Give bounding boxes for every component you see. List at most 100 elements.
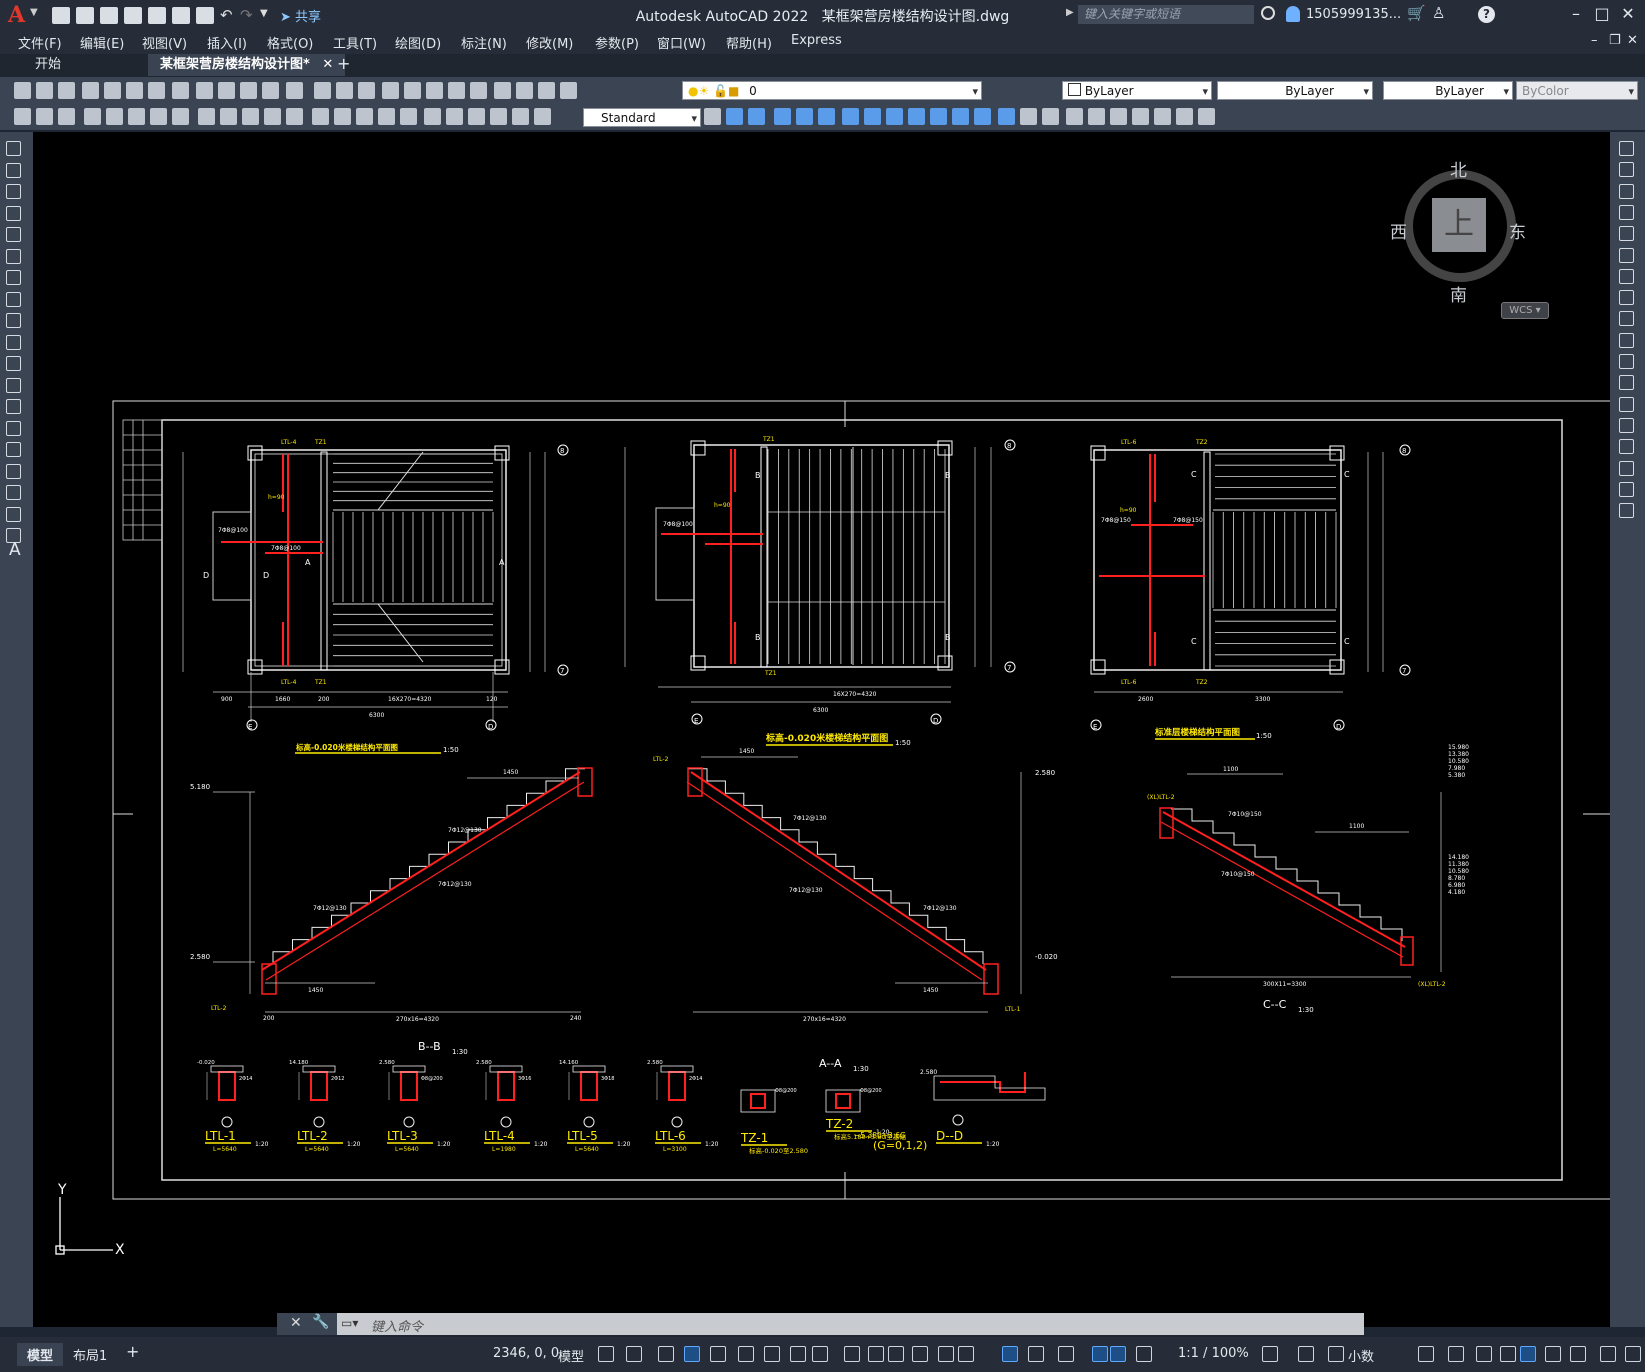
draw-tool-12-icon[interactable] (6, 377, 21, 393)
status-toggle-21-icon[interactable] (1136, 1346, 1152, 1362)
new-tab-icon[interactable]: + (337, 54, 350, 73)
dimension-tool-46-icon[interactable] (1176, 108, 1193, 125)
dimension-tool-26-icon[interactable] (726, 108, 743, 125)
user-icon[interactable] (1286, 6, 1300, 22)
dimension-tool-42-icon[interactable] (1088, 108, 1105, 125)
dimension-tool-11-icon[interactable] (242, 108, 259, 125)
search-arrow-icon[interactable]: ▶ (1066, 7, 1074, 18)
standard-tool-5-icon[interactable] (104, 82, 121, 99)
draw-tool-18-icon[interactable] (6, 506, 21, 522)
dimension-tool-38-icon[interactable] (998, 108, 1015, 125)
dimension-tool-36-icon[interactable] (952, 108, 969, 125)
standard-tool-13-icon[interactable] (286, 82, 303, 99)
status-toggle-20-icon[interactable] (1110, 1346, 1126, 1362)
draw-tool-15-icon[interactable] (6, 442, 21, 457)
standard-tool-25-icon[interactable] (560, 82, 577, 99)
status-toggle-28-icon[interactable] (1500, 1346, 1516, 1362)
command-prompt-icon[interactable]: ▭▾ (341, 1316, 358, 1330)
undo-icon[interactable]: ↶ (220, 8, 234, 23)
draw-tool-11-icon[interactable] (6, 356, 21, 371)
dimension-tool-39-icon[interactable] (1020, 108, 1037, 125)
draw-tool-6-icon[interactable] (6, 248, 21, 264)
draw-tool-1-icon[interactable] (6, 141, 21, 156)
modify-tool-13-icon[interactable] (1619, 396, 1634, 412)
menu-express[interactable]: Express (791, 33, 842, 48)
new-file-icon[interactable] (52, 6, 70, 24)
dimension-tool-13-icon[interactable] (286, 108, 303, 125)
standard-tool-7-icon[interactable] (148, 82, 165, 99)
dimension-tool-18-icon[interactable] (400, 108, 417, 125)
status-toggle-11-icon[interactable] (868, 1346, 884, 1362)
modify-tool-8-icon[interactable] (1619, 290, 1634, 306)
compass-north[interactable]: 北 (1450, 156, 1467, 181)
dimension-tool-4-icon[interactable] (84, 108, 101, 125)
modify-tool-1-icon[interactable] (1619, 141, 1634, 156)
menu-modify[interactable]: 修改(M) (526, 33, 573, 52)
close-icon[interactable]: ✕ (1618, 4, 1638, 24)
wcs-menu-button[interactable]: WCS ▾ (1501, 302, 1549, 319)
dimension-tool-43-icon[interactable] (1110, 108, 1127, 125)
dimension-tool-27-icon[interactable] (748, 108, 765, 125)
menu-tools[interactable]: 工具(T) (333, 33, 377, 52)
dimension-tool-28-icon[interactable] (774, 108, 791, 125)
status-toggle-24-icon[interactable] (1328, 1346, 1344, 1362)
status-toggle-15-icon[interactable] (958, 1346, 974, 1362)
draw-tool-14-icon[interactable] (6, 420, 21, 436)
menu-parametric[interactable]: 参数(P) (595, 33, 639, 52)
dimension-tool-34-icon[interactable] (908, 108, 925, 125)
tab-start[interactable]: 开始 (23, 54, 73, 76)
status-toggle-23-icon[interactable] (1298, 1346, 1314, 1362)
open-file-icon[interactable] (76, 6, 94, 24)
autodesk-a360-icon[interactable]: ♙ (1432, 4, 1445, 22)
dimension-tool-33-icon[interactable] (886, 108, 903, 125)
status-toggle-16-icon[interactable] (1002, 1346, 1018, 1362)
layer-dropdown[interactable]: ●☀ 🔓■ 0 (682, 81, 982, 101)
maximize-icon[interactable]: □ (1592, 4, 1612, 24)
compass-east[interactable]: 东 (1509, 218, 1526, 243)
search-icon[interactable] (1261, 6, 1275, 20)
draw-tool-16-icon[interactable] (6, 463, 21, 479)
status-toggle-6-icon[interactable] (738, 1346, 754, 1362)
dimension-tool-30-icon[interactable] (818, 108, 835, 125)
plot-icon[interactable] (196, 6, 214, 24)
standard-tool-17-icon[interactable] (382, 82, 399, 99)
dimension-tool-10-icon[interactable] (220, 108, 237, 125)
menu-dimension[interactable]: 标注(N) (461, 33, 507, 52)
status-toggle-30-icon[interactable] (1545, 1346, 1561, 1362)
modify-tool-10-icon[interactable] (1619, 332, 1634, 348)
status-toggle-31-icon[interactable] (1570, 1346, 1586, 1362)
dimension-tool-8-icon[interactable] (172, 108, 189, 125)
status-toggle-22-icon[interactable] (1262, 1346, 1278, 1362)
dimension-tool-12-icon[interactable] (264, 108, 281, 125)
dimension-tool-41-icon[interactable] (1066, 108, 1083, 125)
modify-tool-7-icon[interactable] (1619, 268, 1634, 284)
modify-tool-16-icon[interactable] (1619, 460, 1634, 476)
status-toggle-1-icon[interactable] (598, 1346, 614, 1362)
command-line[interactable]: ▭▾ 键入命令 (337, 1313, 1364, 1335)
draw-tool-5-icon[interactable] (6, 227, 21, 242)
status-toggle-29-icon[interactable] (1520, 1346, 1536, 1362)
dimension-tool-20-icon[interactable] (446, 108, 463, 125)
modify-tool-12-icon[interactable] (1619, 375, 1634, 391)
dimension-tool-47-icon[interactable] (1198, 108, 1215, 125)
menu-edit[interactable]: 编辑(E) (80, 33, 124, 52)
standard-tool-16-icon[interactable] (358, 82, 375, 99)
help-icon[interactable]: ? (1478, 6, 1495, 23)
text-tool-icon[interactable]: A (9, 540, 21, 560)
dimension-tool-37-icon[interactable] (974, 108, 991, 125)
minimize-icon[interactable]: – (1566, 4, 1586, 24)
standard-tool-18-icon[interactable] (404, 82, 421, 99)
open-web-icon[interactable] (148, 6, 166, 24)
dimension-tool-23-icon[interactable] (512, 108, 529, 125)
standard-tool-24-icon[interactable] (538, 82, 555, 99)
dimension-tool-25-icon[interactable] (704, 108, 721, 125)
doc-restore-icon[interactable]: ❐ (1609, 33, 1621, 48)
modify-tool-3-icon[interactable] (1619, 183, 1634, 199)
layout-tab-model[interactable]: 模型 (17, 1343, 64, 1366)
menu-file[interactable]: 文件(F) (18, 33, 62, 52)
standard-tool-20-icon[interactable] (448, 82, 465, 99)
menu-help[interactable]: 帮助(H) (726, 33, 772, 52)
modify-tool-9-icon[interactable] (1619, 311, 1634, 327)
compass-south[interactable]: 南 (1450, 281, 1467, 306)
drawing-canvas[interactable]: E D 8 7 LTL-4 TZ1 LTL-4 TZ1 h=90 7Φ8@100… (33, 132, 1610, 1327)
